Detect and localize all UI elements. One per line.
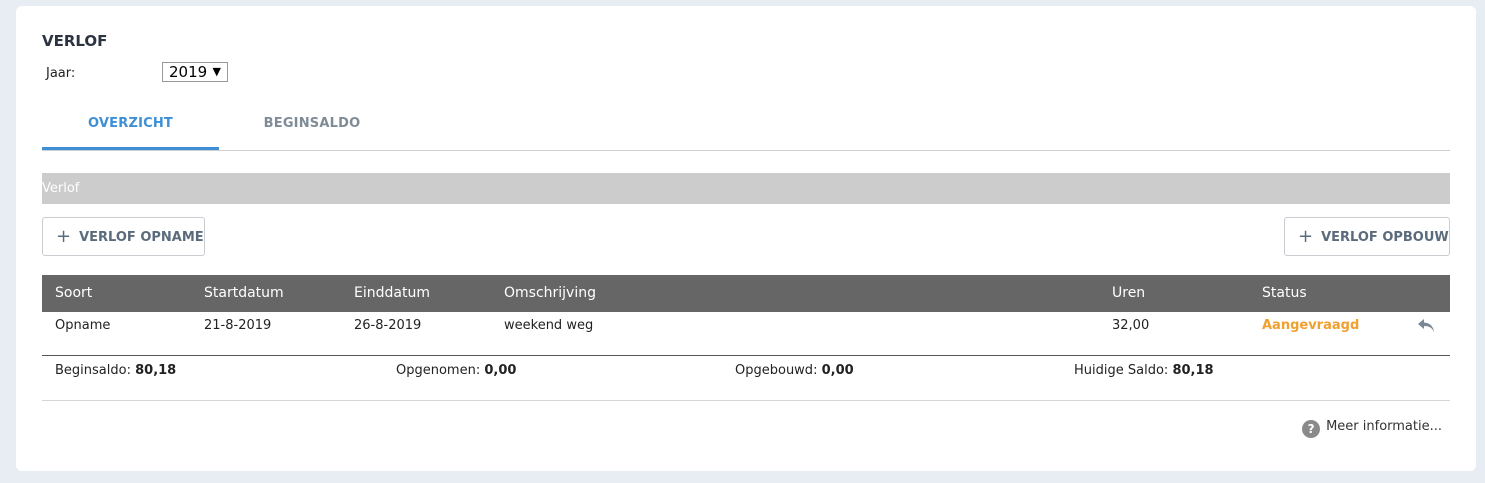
summary-huidige-saldo: Huidige Saldo: 80,18 — [1074, 355, 1214, 386]
summary-opgebouwd-value: 0,00 — [821, 363, 854, 378]
column-header-omschrijving[interactable]: Omschrijving — [504, 275, 596, 312]
plus-icon: + — [56, 226, 72, 247]
add-verlof-opbouw-label: VERLOF OPBOUW — [1321, 230, 1449, 245]
year-select-value: 2019 — [169, 63, 208, 81]
section-title: Verlof — [42, 181, 80, 196]
summary-beginsaldo-value: 80,18 — [135, 363, 177, 378]
verlof-card: VERLOF Jaar: 2019 ▼ OVERZICHT BEGINSALDO… — [16, 6, 1476, 471]
more-info-label: Meer informatie... — [1326, 419, 1442, 434]
status-badge: Aangevraagd — [1262, 318, 1360, 333]
summary-opgenomen-value: 0,00 — [484, 363, 517, 378]
section-header: Verlof — [42, 173, 1450, 204]
summary-beginsaldo: Beginsaldo: 80,18 — [55, 355, 176, 386]
summary-huidige-saldo-label: Huidige Saldo: — [1074, 363, 1169, 378]
cell-omschrijving: weekend weg — [504, 318, 594, 333]
cell-einddatum: 26-8-2019 — [354, 318, 422, 333]
summary-beginsaldo-label: Beginsaldo: — [55, 363, 131, 378]
table-header: Soort Startdatum Einddatum Omschrijving … — [42, 275, 1450, 312]
add-verlof-opname-button[interactable]: + VERLOF OPNAME — [42, 217, 205, 256]
summary-opgebouwd: Opgebouwd: 0,00 — [735, 355, 854, 386]
tab-beginsaldo[interactable]: BEGINSALDO — [219, 104, 405, 150]
add-verlof-opname-label: VERLOF OPNAME — [79, 230, 204, 245]
summary-opgenomen-label: Opgenomen: — [396, 363, 481, 378]
column-header-einddatum[interactable]: Einddatum — [354, 275, 430, 312]
undo-icon[interactable] — [1416, 317, 1436, 335]
add-verlof-opbouw-button[interactable]: + VERLOF OPBOUW — [1284, 217, 1450, 256]
column-header-uren[interactable]: Uren — [1112, 275, 1145, 312]
summary-huidige-saldo-value: 80,18 — [1172, 363, 1214, 378]
cell-uren: 32,00 — [1112, 318, 1150, 333]
column-header-startdatum[interactable]: Startdatum — [204, 275, 284, 312]
question-icon: ? — [1302, 420, 1321, 438]
page-title: VERLOF — [42, 32, 108, 50]
year-select[interactable]: 2019 ▼ — [162, 62, 228, 82]
more-info-link[interactable]: ? Meer informatie... — [1302, 419, 1442, 438]
dropdown-arrow-icon: ▼ — [212, 65, 221, 78]
summary-opgenomen: Opgenomen: 0,00 — [396, 355, 516, 386]
year-label: Jaar: — [46, 66, 76, 81]
cell-soort: Opname — [55, 318, 111, 333]
column-header-soort[interactable]: Soort — [55, 275, 92, 312]
saldo-summary: Beginsaldo: 80,18 Opgenomen: 0,00 Opgebo… — [42, 355, 1450, 401]
summary-opgebouwd-label: Opgebouwd: — [735, 363, 818, 378]
tab-bar: OVERZICHT BEGINSALDO — [42, 104, 1450, 151]
plus-icon: + — [1298, 226, 1314, 247]
column-header-status[interactable]: Status — [1262, 275, 1307, 312]
table-row[interactable]: Opname 21-8-2019 26-8-2019 weekend weg 3… — [42, 312, 1450, 356]
tab-overzicht[interactable]: OVERZICHT — [42, 104, 219, 150]
cell-startdatum: 21-8-2019 — [204, 318, 272, 333]
